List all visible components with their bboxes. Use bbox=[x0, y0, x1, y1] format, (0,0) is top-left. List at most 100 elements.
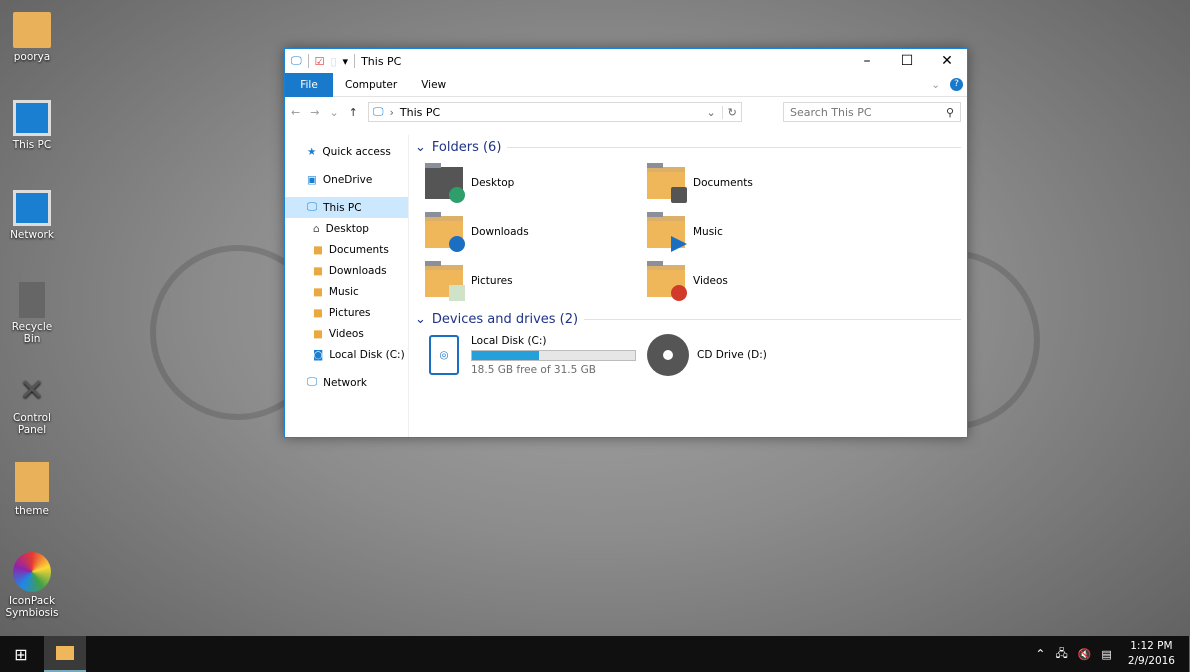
chevron-down-icon[interactable]: ⌄ bbox=[706, 106, 715, 119]
nav-local-disk[interactable]: ◙ Local Disk (C:) bbox=[285, 344, 408, 365]
label: Videos bbox=[328, 327, 364, 340]
label: Music bbox=[693, 226, 723, 238]
help-icon[interactable]: ? bbox=[950, 78, 963, 91]
desktop-icon-recycle-bin[interactable]: Recycle Bin bbox=[2, 282, 62, 345]
folder-documents[interactable]: Documents bbox=[647, 163, 869, 203]
label: Quick access bbox=[322, 145, 391, 158]
downloads-folder-icon bbox=[425, 212, 465, 252]
new-folder-icon[interactable]: ▯ bbox=[330, 55, 336, 68]
label: Desktop bbox=[471, 177, 515, 189]
start-button[interactable]: ⊞ bbox=[0, 645, 42, 664]
address-bar[interactable]: 🖵 › This PC ⌄ ↻ bbox=[367, 102, 742, 122]
taskbar: ⊞ ⌃ 🖧 🔇 ▤ 1:12 PM 2/9/2016 bbox=[0, 636, 1190, 672]
tab-file[interactable]: File bbox=[285, 72, 333, 97]
desktop-icon-iconpack[interactable]: IconPack Symbiosis bbox=[2, 552, 62, 619]
label: Pictures bbox=[471, 275, 513, 287]
network-status-icon[interactable]: 🖧 bbox=[1055, 645, 1067, 664]
nav-desktop[interactable]: ⌂ Desktop bbox=[285, 218, 408, 239]
clock[interactable]: 1:12 PM 2/9/2016 bbox=[1128, 639, 1175, 669]
show-hidden-icons[interactable]: ⌃ bbox=[1035, 647, 1045, 661]
drive-name: Local Disk (C:) bbox=[471, 334, 547, 347]
network-icon: 🖵 bbox=[307, 376, 318, 388]
drive-name: CD Drive (D:) bbox=[697, 349, 767, 361]
action-center-icon[interactable]: ▤ bbox=[1101, 648, 1111, 661]
label: Pictures bbox=[328, 306, 371, 319]
search-input[interactable]: Search This PC ⚲ bbox=[783, 102, 961, 122]
properties-icon[interactable]: ☑ bbox=[315, 55, 325, 68]
documents-folder-icon bbox=[647, 163, 687, 203]
date: 2/9/2016 bbox=[1127, 655, 1175, 667]
time: 1:12 PM bbox=[1130, 640, 1173, 652]
maximize-button[interactable]: ☐ bbox=[887, 53, 927, 69]
nav-music[interactable]: ■ Music bbox=[285, 281, 408, 302]
nav-pictures[interactable]: ■ Pictures bbox=[285, 302, 408, 323]
search-placeholder: Search This PC bbox=[790, 105, 872, 119]
nav-videos[interactable]: ■ Videos bbox=[285, 323, 408, 344]
address-row: ← → ⌄ ↑ 🖵 › This PC ⌄ ↻ Search This PC ⚲ bbox=[285, 97, 967, 127]
minimize-button[interactable]: – bbox=[847, 53, 887, 69]
desktop-icon-this-pc[interactable]: This PC bbox=[2, 100, 62, 151]
nav-quick-access[interactable]: ★ Quick access bbox=[285, 141, 408, 162]
theme-icon bbox=[15, 462, 49, 502]
cd-drive-icon bbox=[647, 334, 689, 376]
folder-music[interactable]: Music bbox=[647, 212, 869, 252]
volume-muted-icon[interactable]: 🔇 bbox=[1078, 648, 1092, 661]
ribbon-tabs: File Computer View ⌄ ? bbox=[285, 72, 967, 97]
nav-this-pc[interactable]: 🖵 This PC bbox=[285, 197, 408, 218]
folder-downloads[interactable]: Downloads bbox=[425, 212, 647, 252]
desktop-icon-user[interactable]: poorya bbox=[2, 12, 62, 63]
folder-pictures[interactable]: Pictures bbox=[425, 261, 647, 301]
label: theme bbox=[15, 505, 49, 517]
label: IconPack Symbiosis bbox=[5, 595, 59, 619]
back-icon[interactable]: ← bbox=[291, 106, 300, 119]
nav-downloads[interactable]: ■ Downloads bbox=[285, 260, 408, 281]
recent-icon[interactable]: ⌄ bbox=[329, 106, 338, 119]
label: Downloads bbox=[328, 264, 387, 277]
forward-icon[interactable]: → bbox=[310, 106, 319, 119]
folder-icon: ■ bbox=[313, 264, 323, 277]
desktop-icon-network[interactable]: Network bbox=[2, 190, 62, 241]
drive-local-disk[interactable]: ◎ Local Disk (C:) 18.5 GB free of 31.5 G… bbox=[425, 333, 647, 377]
label: Desktop bbox=[325, 222, 369, 235]
collapse-icon: ⌄ bbox=[415, 311, 426, 327]
nav-onedrive[interactable]: ▣ OneDrive bbox=[285, 169, 408, 190]
label: Recycle Bin bbox=[11, 321, 53, 345]
folder-icon: ■ bbox=[313, 306, 323, 319]
drive-free-space: 18.5 GB free of 31.5 GB bbox=[471, 363, 596, 376]
label: Downloads bbox=[471, 226, 529, 238]
pictures-folder-icon bbox=[425, 261, 465, 301]
navigation-pane: ★ Quick access ▣ OneDrive 🖵 This PC ⌂ Deskto… bbox=[285, 135, 409, 437]
computer-icon: 🖵 bbox=[372, 105, 384, 118]
label: Network bbox=[323, 376, 367, 389]
tab-computer[interactable]: Computer bbox=[333, 73, 409, 97]
label: Network bbox=[10, 229, 54, 241]
customize-qat-icon[interactable]: ▾ bbox=[343, 55, 349, 68]
refresh-icon[interactable]: ↻ bbox=[721, 105, 737, 119]
file-explorer-taskbar-button[interactable] bbox=[44, 636, 86, 672]
desktop-icon-theme[interactable]: theme bbox=[2, 462, 62, 517]
label: Videos bbox=[693, 275, 728, 287]
label: Documents bbox=[328, 243, 389, 256]
folder-icon: ■ bbox=[313, 327, 323, 340]
drives-group-header[interactable]: ⌄ Devices and drives (2) bbox=[415, 309, 961, 329]
search-icon: ⚲ bbox=[945, 105, 954, 119]
chevron-right-icon: › bbox=[389, 105, 394, 119]
window-title: This PC bbox=[361, 54, 402, 68]
folders-group-header[interactable]: ⌄ Folders (6) bbox=[415, 137, 961, 157]
iconpack-icon bbox=[13, 552, 51, 592]
label: OneDrive bbox=[322, 173, 373, 186]
label: Folders (6) bbox=[431, 139, 502, 155]
nav-network[interactable]: 🖵 Network bbox=[285, 372, 408, 393]
network-icon bbox=[13, 190, 51, 226]
desktop-icon-control-panel[interactable]: ✕ Control Panel bbox=[2, 373, 62, 436]
tab-view[interactable]: View bbox=[409, 73, 458, 97]
close-button[interactable]: ✕ bbox=[927, 53, 967, 69]
tools-icon: ✕ bbox=[19, 373, 45, 408]
up-icon[interactable]: ↑ bbox=[349, 106, 358, 119]
expand-ribbon-icon[interactable]: ⌄ bbox=[931, 79, 940, 91]
drive-cd[interactable]: CD Drive (D:) bbox=[647, 333, 869, 377]
folder-desktop[interactable]: Desktop bbox=[425, 163, 647, 203]
nav-documents[interactable]: ■ Documents bbox=[285, 239, 408, 260]
label: poorya bbox=[13, 51, 51, 63]
folder-videos[interactable]: Videos bbox=[647, 261, 869, 301]
